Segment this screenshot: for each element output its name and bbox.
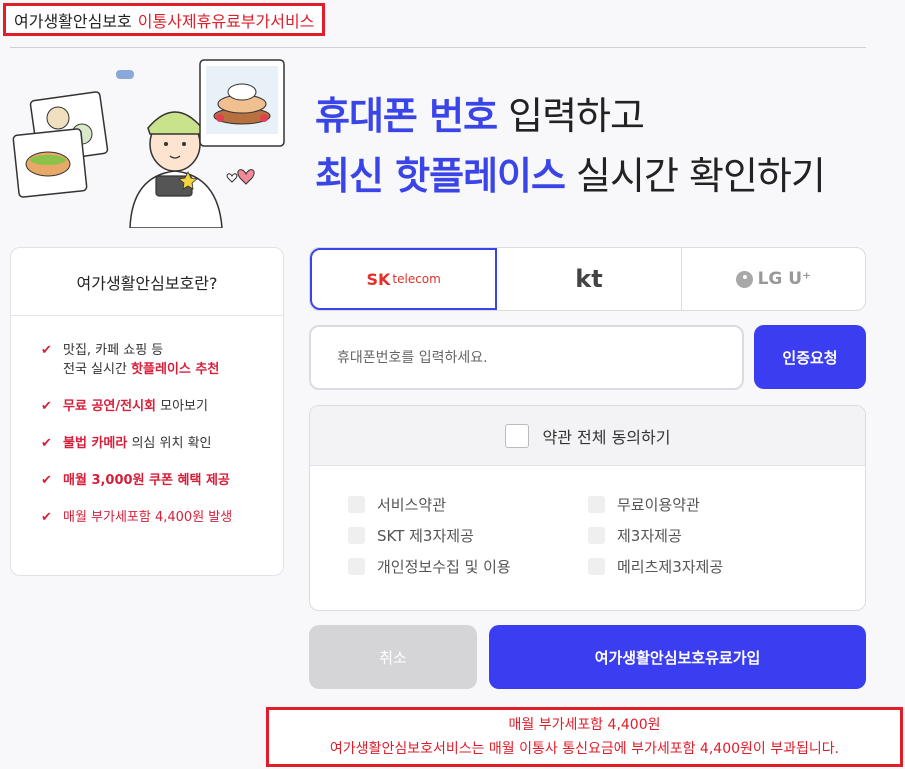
benefit-rest: 모아보기 bbox=[156, 399, 208, 414]
term-checkbox[interactable] bbox=[348, 557, 365, 575]
auth-request-button[interactable]: 인증요청 bbox=[754, 325, 866, 389]
hero-line-1-rest: 입력하고 bbox=[497, 94, 645, 138]
lgu-logo: LG U⁺ bbox=[735, 269, 812, 289]
benefit-highlight: 매월 3,000원 쿠폰 혜택 제공 bbox=[63, 473, 230, 488]
term-label: 메리츠제3자제공 bbox=[617, 557, 724, 576]
notice-line-2: 여가생활안심보호서비스는 매월 이통사 통신요금에 부가세포함 4,400원이 … bbox=[329, 741, 840, 757]
food-photo-card-front bbox=[12, 128, 88, 198]
benefit-line-1: 맛집, 카페 쇼핑 등 bbox=[63, 343, 164, 358]
benefit-line-2: 전국 실시간 핫플레이스 추천 bbox=[63, 360, 283, 379]
service-title-label: 여가생활안심보호 이통사제휴유료부가서비스 bbox=[3, 3, 326, 36]
dessert-photo-card bbox=[199, 59, 285, 147]
term-meritz-third-party[interactable]: 메리츠제3자제공 bbox=[588, 556, 828, 576]
check-icon: ✔ bbox=[41, 343, 52, 358]
hero-line-2: 최신 핫플레이스 실시간 확인하기 bbox=[315, 146, 826, 206]
agree-all-checkbox[interactable] bbox=[504, 423, 529, 448]
benefit-item-camera: ✔ 불법 카메라 의심 위치 확인 bbox=[41, 434, 283, 453]
carrier-tab-skt[interactable]: SK telecom bbox=[310, 248, 498, 310]
term-label: 개인정보수집 및 이용 bbox=[377, 557, 511, 576]
hero-line-1: 휴대폰 번호 입력하고 bbox=[315, 86, 825, 146]
term-checkbox[interactable] bbox=[588, 495, 605, 513]
term-label: SKT 제3자제공 bbox=[377, 526, 474, 545]
agree-all-label: 약관 전체 동의하기 bbox=[542, 427, 671, 447]
benefit-item-coupon: ✔ 매월 3,000원 쿠폰 혜택 제공 bbox=[41, 471, 283, 490]
term-checkbox[interactable] bbox=[588, 526, 605, 544]
benefit-item-performance: ✔ 무료 공연/전시회 모아보기 bbox=[41, 397, 283, 416]
notice-line-1: 매월 부가세포함 4,400원 bbox=[508, 717, 661, 733]
benefit-list: ✔ 맛집, 카페 쇼핑 등 전국 실시간 핫플레이스 추천 ✔ 무료 공연/전시… bbox=[11, 316, 283, 527]
benefit-highlight: 불법 카메라 bbox=[63, 436, 128, 451]
hero-headline: 휴대폰 번호 입력하고 최신 핫플레이스 실시간 확인하기 bbox=[315, 86, 826, 206]
term-skt-third-party[interactable]: SKT 제3자제공 bbox=[348, 525, 588, 545]
billing-notice: 매월 부가세포함 4,400원 여가생활안심보호서비스는 매월 이통사 통신요금… bbox=[266, 707, 903, 767]
term-third-party[interactable]: 제3자제공 bbox=[588, 525, 828, 545]
term-checkbox[interactable] bbox=[348, 495, 365, 513]
skt-logo-sub: telecom bbox=[392, 272, 441, 286]
term-label: 무료이용약관 bbox=[617, 495, 700, 514]
service-type: 이통사제휴유료부가서비스 bbox=[137, 11, 315, 31]
carrier-selector: SK telecom kt LG U⁺ bbox=[309, 247, 866, 311]
info-card-title: 여가생활안심보호란? bbox=[11, 248, 283, 316]
skt-logo: SK telecom bbox=[366, 270, 440, 289]
term-checkbox[interactable] bbox=[588, 557, 605, 575]
service-info-card: 여가생활안심보호란? ✔ 맛집, 카페 쇼핑 등 전국 실시간 핫플레이스 추천… bbox=[10, 247, 284, 576]
term-label: 서비스약관 bbox=[377, 495, 447, 514]
benefit-fee-text: 매월 부가세포함 4,400원 발생 bbox=[63, 510, 233, 525]
skt-logo-main: SK bbox=[366, 269, 391, 289]
term-label: 제3자제공 bbox=[617, 526, 682, 545]
lg-circle-icon bbox=[735, 270, 753, 288]
agree-all-row[interactable]: 약관 전체 동의하기 bbox=[310, 406, 865, 466]
check-icon: ✔ bbox=[41, 399, 52, 414]
terms-agreement-box: 약관 전체 동의하기 서비스약관 무료이용약관 SKT 제3자제공 제3자제공 … bbox=[309, 405, 866, 611]
carrier-tab-lgu[interactable]: LG U⁺ bbox=[682, 248, 865, 310]
service-name: 여가생활안심보호 bbox=[14, 11, 132, 31]
header-divider bbox=[10, 47, 866, 48]
terms-list: 서비스약관 무료이용약관 SKT 제3자제공 제3자제공 개인정보수집 및 이용… bbox=[310, 466, 865, 576]
term-privacy[interactable]: 개인정보수집 및 이용 bbox=[348, 556, 588, 576]
benefit-highlight: 무료 공연/전시회 bbox=[63, 399, 156, 414]
carrier-tab-kt[interactable]: kt bbox=[497, 248, 682, 310]
kt-logo: kt bbox=[575, 265, 603, 293]
check-icon: ✔ bbox=[41, 473, 52, 488]
term-free-use[interactable]: 무료이용약관 bbox=[588, 494, 828, 514]
term-checkbox[interactable] bbox=[348, 526, 365, 544]
benefit-line-2-prefix: 전국 실시간 bbox=[63, 362, 132, 377]
hero-line-1-highlight: 휴대폰 번호 bbox=[315, 94, 498, 138]
join-button[interactable]: 여가생활안심보호유료가입 bbox=[489, 625, 866, 689]
benefit-item-fee: ✔ 매월 부가세포함 4,400원 발생 bbox=[41, 508, 283, 527]
hero-line-2-highlight: 최신 핫플레이스 bbox=[315, 154, 566, 198]
heart-icons bbox=[226, 169, 255, 185]
hero-illustration bbox=[12, 59, 285, 228]
chat-bubble-icon bbox=[116, 70, 134, 79]
benefit-rest: 의심 위치 확인 bbox=[127, 436, 212, 451]
benefit-item-hotplace: ✔ 맛집, 카페 쇼핑 등 전국 실시간 핫플레이스 추천 bbox=[41, 341, 283, 379]
cancel-button[interactable]: 취소 bbox=[309, 625, 477, 689]
phone-number-input[interactable] bbox=[309, 325, 744, 390]
benefit-line-2-highlight: 핫플레이스 추천 bbox=[131, 362, 220, 377]
hero-line-2-rest: 실시간 확인하기 bbox=[564, 154, 826, 198]
check-icon: ✔ bbox=[41, 436, 52, 451]
check-icon: ✔ bbox=[41, 510, 52, 525]
term-service[interactable]: 서비스약관 bbox=[348, 494, 588, 514]
lgu-logo-text: LG U⁺ bbox=[757, 269, 812, 289]
